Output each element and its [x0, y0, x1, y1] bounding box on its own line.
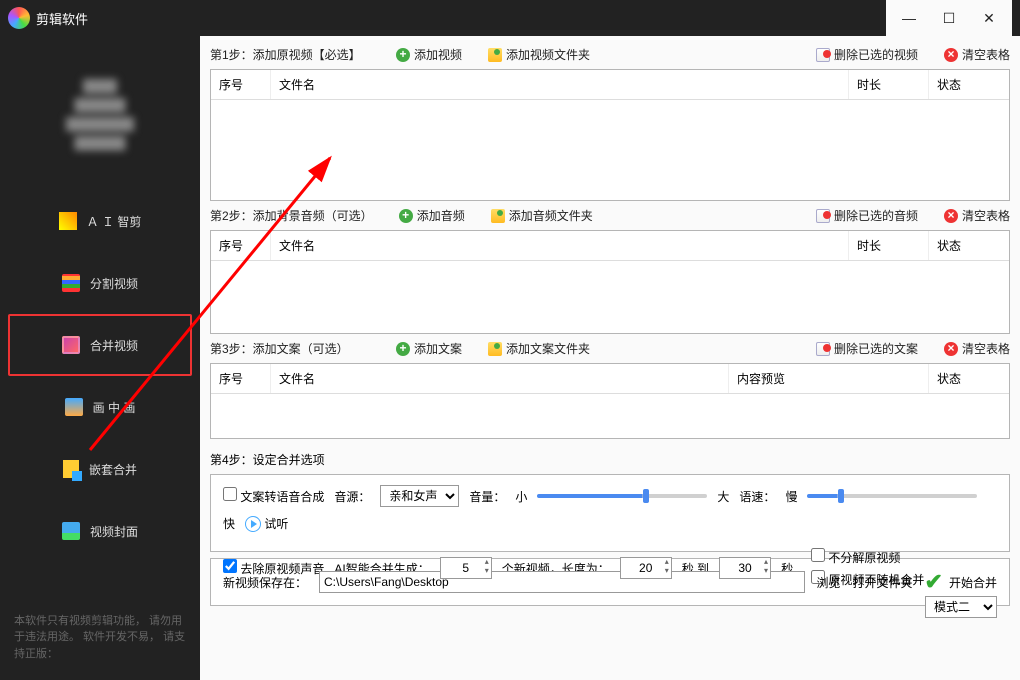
length-to-spinner[interactable]: 30: [719, 557, 771, 579]
speed-label: 语速：: [739, 488, 775, 505]
add-text-folder-button[interactable]: 添加文案文件夹: [488, 340, 590, 357]
sidebar-item-label: 合并视频: [90, 337, 138, 354]
step1-toolbar: 第1步：添加原视频【必选】 添加视频 添加视频文件夹 删除已选的视频 清空表格: [210, 46, 1010, 63]
plus-icon: [396, 48, 410, 62]
sidebar-user-area: ████████████████████████: [0, 40, 200, 190]
add-audio-button[interactable]: 添加音频: [399, 207, 465, 224]
col-status: 状态: [929, 364, 1009, 393]
minimize-button[interactable]: —: [902, 11, 916, 25]
remove-icon: [816, 342, 830, 356]
add-video-button[interactable]: 添加视频: [396, 46, 462, 63]
sidebar-item-video-cover[interactable]: 视频封面: [0, 500, 200, 562]
sidebar-footer-text: 本软件只有视频剪辑功能， 请勿用于违法用途。 软件开发不易， 请支持正版：: [0, 603, 200, 680]
split-icon: [62, 274, 80, 292]
app-logo-icon: [8, 7, 30, 29]
text-table: 序号 文件名 内容预览 状态: [210, 363, 1010, 439]
tts-checkbox[interactable]: 文案转语音合成: [223, 487, 324, 505]
clear-icon: [944, 209, 958, 223]
no-decompose-checkbox[interactable]: 不分解原视频: [811, 548, 924, 566]
volume-slider[interactable]: [537, 494, 707, 498]
col-index: 序号: [211, 364, 271, 393]
clear-icon: [944, 342, 958, 356]
clear-text-table-button[interactable]: 清空表格: [944, 340, 1010, 357]
sidebar-item-label: 画 中 画: [93, 399, 136, 416]
speed-slider[interactable]: [807, 494, 977, 498]
clear-icon: [944, 48, 958, 62]
delete-selected-audio-button[interactable]: 删除已选的音频: [816, 207, 918, 224]
col-status: 状态: [929, 70, 1009, 99]
save-path-label: 新视频保存在：: [223, 574, 307, 591]
sidebar-item-label: Ａ Ｉ 智剪: [87, 213, 142, 230]
length-from-spinner[interactable]: 20: [620, 557, 672, 579]
delete-selected-video-button[interactable]: 删除已选的视频: [816, 46, 918, 63]
browse-button[interactable]: 浏览: [817, 574, 841, 591]
voice-label: 音源：: [334, 488, 370, 505]
app-title: 剪辑软件: [36, 9, 88, 28]
sidebar-item-ai-edit[interactable]: Ａ Ｉ 智剪: [0, 190, 200, 252]
col-duration: 时长: [849, 231, 929, 260]
maximize-button[interactable]: ☐: [942, 11, 956, 25]
video-table: 序号 文件名 时长 状态: [210, 69, 1010, 201]
wand-icon: [59, 212, 77, 230]
col-index: 序号: [211, 70, 271, 99]
sidebar-user-blurred: ████████████████████████: [66, 77, 134, 154]
folder-icon: [491, 209, 505, 223]
sidebar-item-merge-video[interactable]: 合并视频: [8, 314, 192, 376]
close-button[interactable]: ✕: [982, 11, 996, 25]
remove-icon: [816, 48, 830, 62]
clear-video-table-button[interactable]: 清空表格: [944, 46, 1010, 63]
col-status: 状态: [929, 231, 1009, 260]
col-index: 序号: [211, 231, 271, 260]
audio-table: 序号 文件名 时长 状态: [210, 230, 1010, 334]
mode-select[interactable]: 模式二: [925, 596, 997, 618]
step4-label: 第4步：设定合并选项: [210, 451, 1010, 468]
check-icon: ✔: [925, 569, 943, 595]
col-preview: 内容预览: [729, 364, 929, 393]
sidebar-item-label: 分割视频: [90, 275, 138, 292]
cover-icon: [62, 522, 80, 540]
sidebar-item-nested-merge[interactable]: 嵌套合并: [0, 438, 200, 500]
add-video-folder-button[interactable]: 添加视频文件夹: [488, 46, 590, 63]
sidebar-item-split-video[interactable]: 分割视频: [0, 252, 200, 314]
sidebar-item-label: 视频封面: [90, 523, 138, 540]
sidebar-item-pip[interactable]: 画 中 画: [0, 376, 200, 438]
step3-label: 第3步：添加文案（可选）: [210, 340, 370, 357]
col-filename: 文件名: [271, 231, 849, 260]
step4-options-row: 文案转语音合成 音源： 亲和女声 音量： 小 大 语速： 慢 快 试听 去除原视…: [210, 474, 1010, 552]
step1-label: 第1步：添加原视频【必选】: [210, 46, 370, 63]
volume-label: 音量：: [469, 488, 505, 505]
col-filename: 文件名: [271, 70, 849, 99]
delete-selected-text-button[interactable]: 删除已选的文案: [816, 340, 918, 357]
sidebar-item-label: 嵌套合并: [89, 461, 137, 478]
col-filename: 文件名: [271, 364, 729, 393]
add-audio-folder-button[interactable]: 添加音频文件夹: [491, 207, 593, 224]
folder-icon: [488, 48, 502, 62]
remove-icon: [816, 209, 830, 223]
step3-toolbar: 第3步：添加文案（可选） 添加文案 添加文案文件夹 删除已选的文案 清空表格: [210, 340, 1010, 357]
main-panel: 第1步：添加原视频【必选】 添加视频 添加视频文件夹 删除已选的视频 清空表格 …: [200, 36, 1020, 680]
nested-icon: [63, 460, 79, 478]
title-bar: 剪辑软件 — ☐ ✕: [0, 0, 1020, 36]
plus-icon: [399, 209, 413, 223]
voice-select[interactable]: 亲和女声: [380, 485, 459, 507]
step2-toolbar: 第2步：添加背景音频（可选） 添加音频 添加音频文件夹 删除已选的音频 清空表格: [210, 207, 1010, 224]
open-folder-button[interactable]: 打开文件夹: [853, 574, 913, 591]
window-controls: — ☐ ✕: [886, 0, 1012, 36]
plus-icon: [396, 342, 410, 356]
sidebar: ████████████████████████ Ａ Ｉ 智剪 分割视频 合并视…: [0, 36, 200, 680]
pip-icon: [65, 398, 83, 416]
merge-icon: [62, 336, 80, 354]
ai-count-spinner[interactable]: 5: [440, 557, 492, 579]
play-icon: [245, 516, 261, 532]
start-merge-button[interactable]: ✔ 开始合并: [925, 569, 997, 595]
folder-icon: [488, 342, 502, 356]
step2-label: 第2步：添加背景音频（可选）: [210, 207, 373, 224]
clear-audio-table-button[interactable]: 清空表格: [944, 207, 1010, 224]
col-duration: 时长: [849, 70, 929, 99]
add-text-button[interactable]: 添加文案: [396, 340, 462, 357]
preview-voice-button[interactable]: 试听: [245, 515, 288, 532]
